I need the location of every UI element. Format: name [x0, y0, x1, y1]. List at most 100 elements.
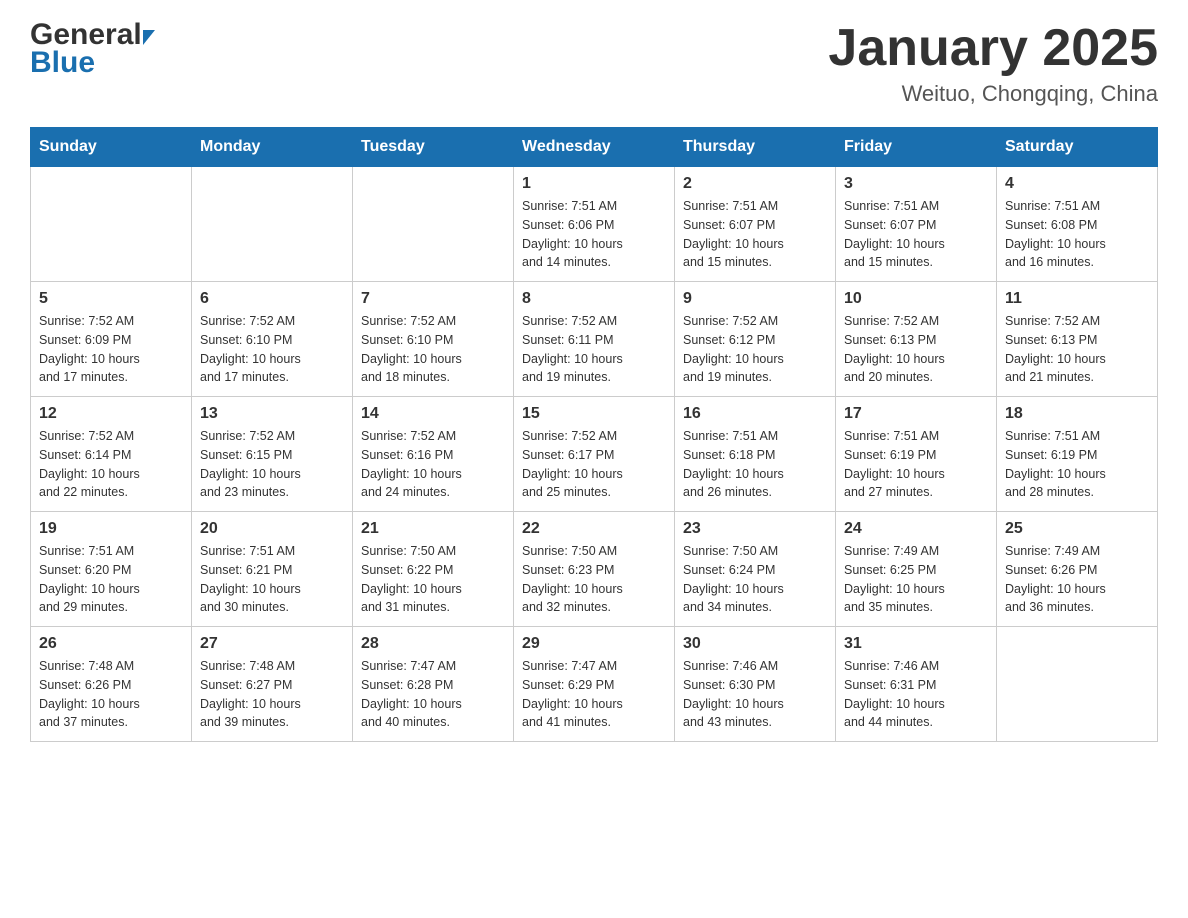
day-info: Sunrise: 7:51 AM Sunset: 6:19 PM Dayligh…	[1005, 427, 1149, 502]
calendar-cell: 17Sunrise: 7:51 AM Sunset: 6:19 PM Dayli…	[836, 397, 997, 512]
day-number: 4	[1005, 175, 1149, 193]
day-info: Sunrise: 7:52 AM Sunset: 6:17 PM Dayligh…	[522, 427, 666, 502]
calendar-cell: 22Sunrise: 7:50 AM Sunset: 6:23 PM Dayli…	[514, 512, 675, 627]
day-info: Sunrise: 7:52 AM Sunset: 6:13 PM Dayligh…	[844, 312, 988, 387]
day-number: 29	[522, 635, 666, 653]
calendar-cell: 31 Sunrise: 7:46 AM Sunset: 6:31 PM Dayli…	[836, 627, 997, 742]
day-info: Sunrise: 7:47 AM Sunset: 6:28 PM Dayligh…	[361, 657, 505, 732]
calendar-cell: 20 Sunrise: 7:51 AM Sunset: 6:21 PM Dayli…	[192, 512, 353, 627]
day-number: 24	[844, 520, 988, 538]
day-number: 16	[683, 405, 827, 423]
calendar-body: 1Sunrise: 7:51 AM Sunset: 6:06 PM Daylig…	[31, 167, 1158, 742]
day-number: 30	[683, 635, 827, 653]
day-number: 11	[1005, 290, 1149, 308]
calendar-cell: 28 Sunrise: 7:47 AM Sunset: 6:28 PM Dayli…	[353, 627, 514, 742]
calendar-cell: 8Sunrise: 7:52 AM Sunset: 6:11 PM Daylig…	[514, 282, 675, 397]
calendar-title: January 2025	[828, 20, 1158, 77]
week-row-1: 1Sunrise: 7:51 AM Sunset: 6:06 PM Daylig…	[31, 167, 1158, 282]
day-number: 18	[1005, 405, 1149, 423]
day-number: 5	[39, 290, 183, 308]
day-number: 21	[361, 520, 505, 538]
header-day-thursday: Thursday	[675, 128, 836, 167]
day-info: Sunrise: 7:51 AM Sunset: 6:18 PM Dayligh…	[683, 427, 827, 502]
day-info: Sunrise: 7:52 AM Sunset: 6:15 PM Dayligh…	[200, 427, 344, 502]
day-info: Sunrise: 7:52 AM Sunset: 6:10 PM Dayligh…	[200, 312, 344, 387]
day-number: 28	[361, 635, 505, 653]
calendar-subtitle: Weituo, Chongqing, China	[828, 81, 1158, 107]
day-number: 26	[39, 635, 183, 653]
logo-arrow-icon	[143, 30, 155, 45]
day-number: 9	[683, 290, 827, 308]
day-info: Sunrise: 7:52 AM Sunset: 6:13 PM Dayligh…	[1005, 312, 1149, 387]
day-info: Sunrise: 7:52 AM Sunset: 6:09 PM Dayligh…	[39, 312, 183, 387]
calendar-cell: 6Sunrise: 7:52 AM Sunset: 6:10 PM Daylig…	[192, 282, 353, 397]
day-number: 27	[200, 635, 344, 653]
calendar-cell: 9 Sunrise: 7:52 AM Sunset: 6:12 PM Daylig…	[675, 282, 836, 397]
calendar-cell: 21Sunrise: 7:50 AM Sunset: 6:22 PM Dayli…	[353, 512, 514, 627]
calendar-cell: 15Sunrise: 7:52 AM Sunset: 6:17 PM Dayli…	[514, 397, 675, 512]
day-info: Sunrise: 7:51 AM Sunset: 6:07 PM Dayligh…	[683, 197, 827, 272]
day-number: 31	[844, 635, 988, 653]
calendar-cell: 5 Sunrise: 7:52 AM Sunset: 6:09 PM Daylig…	[31, 282, 192, 397]
calendar-header: SundayMondayTuesdayWednesdayThursdayFrid…	[31, 128, 1158, 167]
day-number: 14	[361, 405, 505, 423]
calendar-cell: 26 Sunrise: 7:48 AM Sunset: 6:26 PM Dayli…	[31, 627, 192, 742]
day-number: 19	[39, 520, 183, 538]
day-info: Sunrise: 7:47 AM Sunset: 6:29 PM Dayligh…	[522, 657, 666, 732]
day-number: 13	[200, 405, 344, 423]
day-info: Sunrise: 7:52 AM Sunset: 6:16 PM Dayligh…	[361, 427, 505, 502]
day-info: Sunrise: 7:48 AM Sunset: 6:27 PM Dayligh…	[200, 657, 344, 732]
page-header: General Blue January 2025 Weituo, Chongq…	[30, 20, 1158, 107]
calendar-cell	[192, 167, 353, 282]
day-info: Sunrise: 7:52 AM Sunset: 6:12 PM Dayligh…	[683, 312, 827, 387]
calendar-cell	[31, 167, 192, 282]
day-number: 8	[522, 290, 666, 308]
day-number: 7	[361, 290, 505, 308]
header-day-sunday: Sunday	[31, 128, 192, 167]
calendar-cell: 16 Sunrise: 7:51 AM Sunset: 6:18 PM Dayli…	[675, 397, 836, 512]
day-number: 3	[844, 175, 988, 193]
header-row: SundayMondayTuesdayWednesdayThursdayFrid…	[31, 128, 1158, 167]
day-info: Sunrise: 7:52 AM Sunset: 6:10 PM Dayligh…	[361, 312, 505, 387]
calendar-cell: 2 Sunrise: 7:51 AM Sunset: 6:07 PM Daylig…	[675, 167, 836, 282]
calendar-cell	[353, 167, 514, 282]
day-info: Sunrise: 7:51 AM Sunset: 6:19 PM Dayligh…	[844, 427, 988, 502]
day-number: 22	[522, 520, 666, 538]
week-row-4: 19 Sunrise: 7:51 AM Sunset: 6:20 PM Dayli…	[31, 512, 1158, 627]
calendar-cell: 12 Sunrise: 7:52 AM Sunset: 6:14 PM Dayli…	[31, 397, 192, 512]
calendar-cell: 3 Sunrise: 7:51 AM Sunset: 6:07 PM Daylig…	[836, 167, 997, 282]
calendar-cell: 10 Sunrise: 7:52 AM Sunset: 6:13 PM Dayli…	[836, 282, 997, 397]
logo: General Blue	[30, 20, 155, 78]
day-info: Sunrise: 7:50 AM Sunset: 6:24 PM Dayligh…	[683, 542, 827, 617]
week-row-3: 12 Sunrise: 7:52 AM Sunset: 6:14 PM Dayli…	[31, 397, 1158, 512]
calendar-cell: 14 Sunrise: 7:52 AM Sunset: 6:16 PM Dayli…	[353, 397, 514, 512]
header-day-wednesday: Wednesday	[514, 128, 675, 167]
day-number: 12	[39, 405, 183, 423]
header-day-saturday: Saturday	[997, 128, 1158, 167]
day-info: Sunrise: 7:46 AM Sunset: 6:31 PM Dayligh…	[844, 657, 988, 732]
day-number: 10	[844, 290, 988, 308]
day-info: Sunrise: 7:49 AM Sunset: 6:25 PM Dayligh…	[844, 542, 988, 617]
day-info: Sunrise: 7:49 AM Sunset: 6:26 PM Dayligh…	[1005, 542, 1149, 617]
calendar-cell: 11 Sunrise: 7:52 AM Sunset: 6:13 PM Dayli…	[997, 282, 1158, 397]
day-info: Sunrise: 7:48 AM Sunset: 6:26 PM Dayligh…	[39, 657, 183, 732]
day-info: Sunrise: 7:46 AM Sunset: 6:30 PM Dayligh…	[683, 657, 827, 732]
calendar-cell: 4Sunrise: 7:51 AM Sunset: 6:08 PM Daylig…	[997, 167, 1158, 282]
day-info: Sunrise: 7:51 AM Sunset: 6:21 PM Dayligh…	[200, 542, 344, 617]
week-row-5: 26 Sunrise: 7:48 AM Sunset: 6:26 PM Dayli…	[31, 627, 1158, 742]
header-day-monday: Monday	[192, 128, 353, 167]
calendar-cell: 29 Sunrise: 7:47 AM Sunset: 6:29 PM Dayli…	[514, 627, 675, 742]
calendar-cell: 25 Sunrise: 7:49 AM Sunset: 6:26 PM Dayli…	[997, 512, 1158, 627]
day-number: 20	[200, 520, 344, 538]
day-info: Sunrise: 7:51 AM Sunset: 6:07 PM Dayligh…	[844, 197, 988, 272]
day-number: 2	[683, 175, 827, 193]
day-number: 23	[683, 520, 827, 538]
day-number: 25	[1005, 520, 1149, 538]
day-info: Sunrise: 7:51 AM Sunset: 6:20 PM Dayligh…	[39, 542, 183, 617]
header-day-friday: Friday	[836, 128, 997, 167]
calendar-cell: 27 Sunrise: 7:48 AM Sunset: 6:27 PM Dayli…	[192, 627, 353, 742]
day-info: Sunrise: 7:52 AM Sunset: 6:14 PM Dayligh…	[39, 427, 183, 502]
calendar-cell: 30 Sunrise: 7:46 AM Sunset: 6:30 PM Dayli…	[675, 627, 836, 742]
calendar-cell: 24 Sunrise: 7:49 AM Sunset: 6:25 PM Dayli…	[836, 512, 997, 627]
calendar-cell: 19 Sunrise: 7:51 AM Sunset: 6:20 PM Dayli…	[31, 512, 192, 627]
